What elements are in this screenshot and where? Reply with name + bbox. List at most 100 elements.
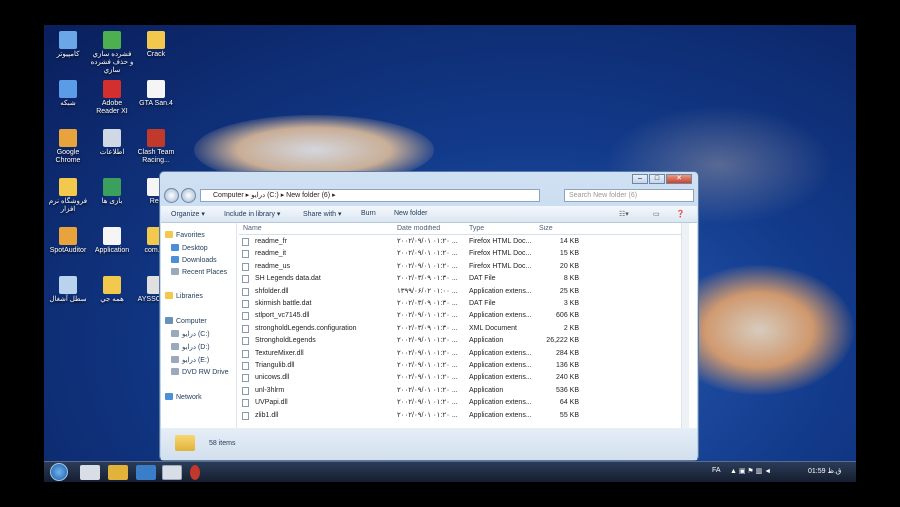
back-button[interactable] <box>164 188 179 203</box>
preview-pane-icon[interactable]: ▭ <box>653 210 660 218</box>
start-button[interactable] <box>50 463 68 481</box>
file-row[interactable]: strongholdLegends.configuration ۲۰۰۲/۰۳/۰… <box>239 323 679 335</box>
maximize-button[interactable]: □ <box>649 174 665 184</box>
desktop-icon-label: Application <box>94 247 130 254</box>
nav-item[interactable]: درايو (C:) <box>171 330 210 338</box>
file-date: ۲۰۰۲/۰۹/۰۱ ۰۱:۲۰ ... <box>397 262 458 270</box>
nav-item[interactable]: درايو (D:) <box>171 343 210 351</box>
file-icon <box>242 337 249 346</box>
column-date[interactable]: Date modified <box>397 225 440 232</box>
file-row[interactable]: TextureMixer.dll ۲۰۰۲/۰۹/۰۱ ۰۱:۲۰ ... Appl… <box>239 348 679 360</box>
nav-item[interactable]: Favorites <box>165 231 205 239</box>
desktop-icon[interactable]: Google Chrome <box>46 129 90 165</box>
explorer-taskbar-icon[interactable] <box>108 465 128 480</box>
clock[interactable]: 01:59 ق.ظ <box>808 467 841 475</box>
file-row[interactable]: StrongholdLegends ۲۰۰۲/۰۹/۰۱ ۰۱:۲۰ ... App… <box>239 335 679 347</box>
minimize-button[interactable]: – <box>632 174 648 184</box>
file-row[interactable]: skirmish battle.dat ۲۰۰۲/۰۳/۰۹ ۰۱:۳۰ ... D… <box>239 298 679 310</box>
file-row[interactable]: unl-3hlrm ۲۰۰۲/۰۹/۰۱ ۰۱:۲۰ ... Application… <box>239 385 679 397</box>
desktop-icon[interactable]: كامپيوتر <box>46 31 90 59</box>
file-row[interactable]: UVPapi.dll ۲۰۰۲/۰۹/۰۱ ۰۱:۲۰ ... Applicatio… <box>239 397 679 409</box>
file-type: Application <box>469 386 504 394</box>
file-row[interactable]: readme_us ۲۰۰۲/۰۹/۰۱ ۰۱:۲۰ ... Firefox HTM… <box>239 261 679 273</box>
record-taskbar-icon[interactable] <box>190 465 200 480</box>
vertical-scrollbar[interactable] <box>681 223 689 428</box>
file-date: ۲۰۰۲/۰۹/۰۱ ۰۱:۲۰ ... <box>397 374 458 382</box>
window-controls: – □ ✕ <box>632 174 692 184</box>
new-folder-button[interactable]: New folder <box>394 210 427 217</box>
desktop-icon[interactable]: فشرده سازي و حذف فشرده سازي <box>90 31 134 75</box>
desktop-icon[interactable]: شبکه <box>46 80 90 108</box>
desktop-icon-image <box>59 129 77 147</box>
desktop-icon-label: Crack <box>146 51 166 58</box>
close-button[interactable]: ✕ <box>666 174 692 184</box>
desktop-icon[interactable]: Crack <box>134 31 178 59</box>
desktop-icon[interactable]: اطلاعات <box>90 129 134 157</box>
desktop-icon[interactable]: همه جي <box>90 276 134 304</box>
tray-icons[interactable]: ▲ ▣ ⚑ ▥ ◄ <box>730 467 771 475</box>
column-type[interactable]: Type <box>469 225 484 232</box>
view-icon[interactable]: ☷▾ <box>619 210 629 218</box>
desktop-icon-image <box>103 178 121 196</box>
nav-item[interactable]: Recent Places <box>171 268 227 276</box>
desktop-icon[interactable]: Clash Team Racing... <box>134 129 178 165</box>
file-size: 2 KB <box>563 324 579 332</box>
explorer-window[interactable]: – □ ✕ Computer ▸ درايو (C:) ▸ New folder… <box>159 171 699 461</box>
ie-taskbar-icon[interactable] <box>136 465 156 480</box>
burn-button[interactable]: Burn <box>361 210 376 217</box>
address-bar[interactable]: Computer ▸ درايو (C:) ▸ New folder (6) ▸ <box>200 189 540 202</box>
nav-item-icon <box>165 393 173 400</box>
file-row[interactable]: readme_fr ۲۰۰۲/۰۹/۰۱ ۰۱:۲۰ ... Firefox HTM… <box>239 236 679 248</box>
column-size[interactable]: Size <box>539 225 553 232</box>
forward-button[interactable] <box>181 188 196 203</box>
search-input[interactable]: Search New folder (6) <box>564 189 694 202</box>
nav-item[interactable]: Network <box>165 393 202 401</box>
nav-item[interactable]: Downloads <box>171 256 217 264</box>
nav-item-label: Computer <box>176 318 207 325</box>
organize-button[interactable]: Organize ▾ <box>171 210 205 218</box>
desktop-icon[interactable]: GTA San.4 <box>134 80 178 108</box>
file-icon <box>242 275 249 284</box>
file-row[interactable]: unicows.dll ۲۰۰۲/۰۹/۰۱ ۰۱:۲۰ ... Applicati… <box>239 372 679 384</box>
nav-item[interactable]: DVD RW Drive <box>171 368 229 376</box>
desktop-icon-image <box>103 31 121 49</box>
desktop-icon[interactable]: بازی ها <box>90 178 134 206</box>
nav-item[interactable]: Desktop <box>171 244 208 252</box>
nav-item-label: DVD RW Drive <box>182 369 229 376</box>
file-name: readme_us <box>255 262 291 270</box>
file-date: ۲۰۰۲/۰۹/۰۱ ۰۱:۲۰ ... <box>397 399 458 407</box>
nav-item[interactable]: Libraries <box>165 292 203 300</box>
show-desktop-icon[interactable] <box>80 465 100 480</box>
file-row[interactable]: shfolder.dll ۱۳۹۹/۰۶/۰۲ ۰۱:۰۰ ... Applicat… <box>239 286 679 298</box>
share-with-button[interactable]: Share with ▾ <box>303 210 342 218</box>
file-name: skirmish battle.dat <box>255 300 312 307</box>
open-window-taskbar-icon[interactable] <box>162 465 182 480</box>
desktop-icon[interactable]: Application <box>90 227 134 255</box>
file-row[interactable]: SH Legends data.dat ۲۰۰۲/۰۳/۰۹ ۰۱:۳۰ ... D… <box>239 273 679 285</box>
desktop-icon[interactable]: Adobe Reader XI <box>90 80 134 116</box>
nav-item[interactable]: Computer <box>165 317 207 325</box>
file-name: readme_it <box>255 250 287 258</box>
file-row[interactable]: stlport_vc7145.dll ۲۰۰۲/۰۹/۰۱ ۰۱:۲۰ ... Ap… <box>239 310 679 322</box>
file-type: Application extens... <box>469 287 532 295</box>
file-row[interactable]: zlib1.dll ۲۰۰۲/۰۹/۰۱ ۰۱:۲۰ ... Application… <box>239 410 679 422</box>
file-name: SH Legends data.dat <box>255 275 321 283</box>
nav-item-label: Libraries <box>176 293 203 300</box>
file-size: 26,222 KB <box>546 337 579 345</box>
desktop-icon[interactable]: SpotAuditor <box>46 227 90 255</box>
desktop-icon[interactable]: سطل آشغال <box>46 276 90 304</box>
help-icon[interactable]: ❓ <box>676 210 685 218</box>
nav-item[interactable]: درايو (E:) <box>171 356 209 364</box>
desktop-icon-image <box>103 227 121 245</box>
desktop-icon-label: شبکه <box>60 100 76 107</box>
file-type: Application extens... <box>469 349 532 357</box>
include-in-library-button[interactable]: Include in library ▾ <box>224 210 280 218</box>
desktop-icon[interactable]: فروشگاه نرم افزار <box>46 178 90 214</box>
file-row[interactable]: Triangulib.dll ۲۰۰۲/۰۹/۰۱ ۰۱:۲۰ ... Applic… <box>239 360 679 372</box>
language-indicator[interactable]: FA <box>712 467 721 474</box>
file-icon <box>242 262 249 271</box>
file-date: ۲۰۰۲/۰۹/۰۱ ۰۱:۲۰ ... <box>397 250 458 258</box>
column-name[interactable]: Name <box>243 225 262 232</box>
file-date: ۲۰۰۲/۰۳/۰۹ ۰۱:۳۰ ... <box>397 275 458 283</box>
file-row[interactable]: readme_it ۲۰۰۲/۰۹/۰۱ ۰۱:۲۰ ... Firefox HTM… <box>239 248 679 260</box>
